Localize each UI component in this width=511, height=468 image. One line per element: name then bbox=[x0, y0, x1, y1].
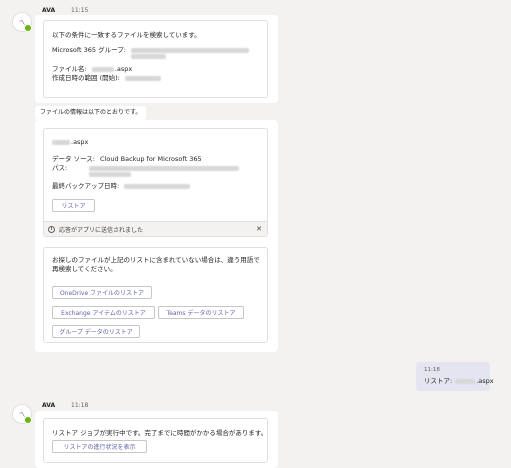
presence-available-icon bbox=[24, 416, 32, 424]
sender-name: AVA bbox=[42, 7, 56, 14]
sender-name: AVA bbox=[42, 402, 56, 409]
path-row-continued bbox=[86, 170, 131, 178]
view-progress-button[interactable]: リストアの進行状況を表示 bbox=[52, 440, 147, 453]
path-row: パス: bbox=[52, 162, 240, 172]
job-status-text: リストア ジョブが実行中です。完了までに時間がかかる場合があります。 bbox=[52, 429, 268, 437]
job-status-card: リストア ジョブが実行中です。完了までに時間がかかる場合があります。 リストアの… bbox=[43, 418, 268, 463]
user-message-text: リストア: .aspx bbox=[424, 375, 494, 385]
redacted-path-continued bbox=[89, 171, 131, 177]
date-label: 作成日時の範囲 (開始): bbox=[52, 74, 120, 82]
user-message-suffix: .aspx bbox=[476, 377, 494, 385]
message-time: 11:15 bbox=[71, 7, 89, 14]
group-label: Microsoft 365 グループ: bbox=[52, 46, 126, 54]
redacted-date bbox=[124, 75, 161, 81]
path-label: パス: bbox=[52, 164, 68, 172]
info-message: ファイルの情報は以下のとおりです。 bbox=[35, 106, 147, 120]
date-row: 作成日時の範囲 (開始): bbox=[52, 72, 161, 82]
restore-button[interactable]: リストア bbox=[52, 199, 95, 212]
options-text: お探しのファイルが上記のリストに含まれていない場合は、違う用語で再検索してくださ… bbox=[52, 256, 260, 273]
user-message-label: リストア: bbox=[424, 377, 453, 385]
redacted-filename bbox=[455, 378, 476, 384]
redacted-filename bbox=[52, 139, 70, 145]
info-icon: i bbox=[48, 225, 55, 233]
result-file-suffix: .aspx bbox=[71, 138, 89, 146]
user-message-time: 11:18 bbox=[424, 367, 440, 373]
result-filename: .aspx bbox=[52, 138, 88, 146]
redacted-group-continued bbox=[131, 53, 166, 59]
user-message-bubble: 11:18 リストア: .aspx bbox=[416, 362, 494, 391]
search-intro-text: 以下の条件に一致するファイルを検索しています。 bbox=[52, 31, 201, 39]
bot-avatar: 〽 bbox=[12, 12, 32, 32]
redacted-filename bbox=[91, 66, 114, 72]
exchange-restore-button[interactable]: Exchange アイテムのリストア bbox=[52, 306, 155, 319]
message-header: AVA 11:18 bbox=[42, 402, 88, 409]
restore-options-card: お探しのファイルが上記のリストに含まれていない場合は、違う用語で再検索してくださ… bbox=[43, 247, 268, 343]
presence-available-icon bbox=[24, 24, 32, 32]
group-row-continued bbox=[128, 52, 166, 60]
bot-avatar: 〽 bbox=[12, 404, 32, 424]
redacted-backup-date bbox=[124, 183, 191, 189]
file-result-card: .aspx データ ソース: Cloud Backup for Microsof… bbox=[43, 128, 268, 237]
close-icon[interactable]: ✕ bbox=[256, 225, 262, 233]
response-sent-bar: i 応答がアプリに送信されました ✕ bbox=[44, 221, 267, 236]
message-header: AVA 11:15 bbox=[42, 7, 88, 14]
response-sent-text: 応答がアプリに送信されました bbox=[59, 226, 144, 234]
teams-restore-button[interactable]: Teams データのリストア bbox=[158, 306, 244, 319]
onedrive-restore-button[interactable]: OneDrive ファイルのリストア bbox=[52, 286, 152, 299]
group-restore-button[interactable]: グループ データのリストア bbox=[52, 325, 140, 338]
last-backup-label: 最終バックアップ日時: bbox=[52, 182, 120, 190]
message-time: 11:18 bbox=[71, 402, 89, 409]
last-backup-row: 最終バックアップ日時: bbox=[52, 180, 191, 190]
search-criteria-card: 以下の条件に一致するファイルを検索しています。 Microsoft 365 グル… bbox=[43, 20, 268, 98]
